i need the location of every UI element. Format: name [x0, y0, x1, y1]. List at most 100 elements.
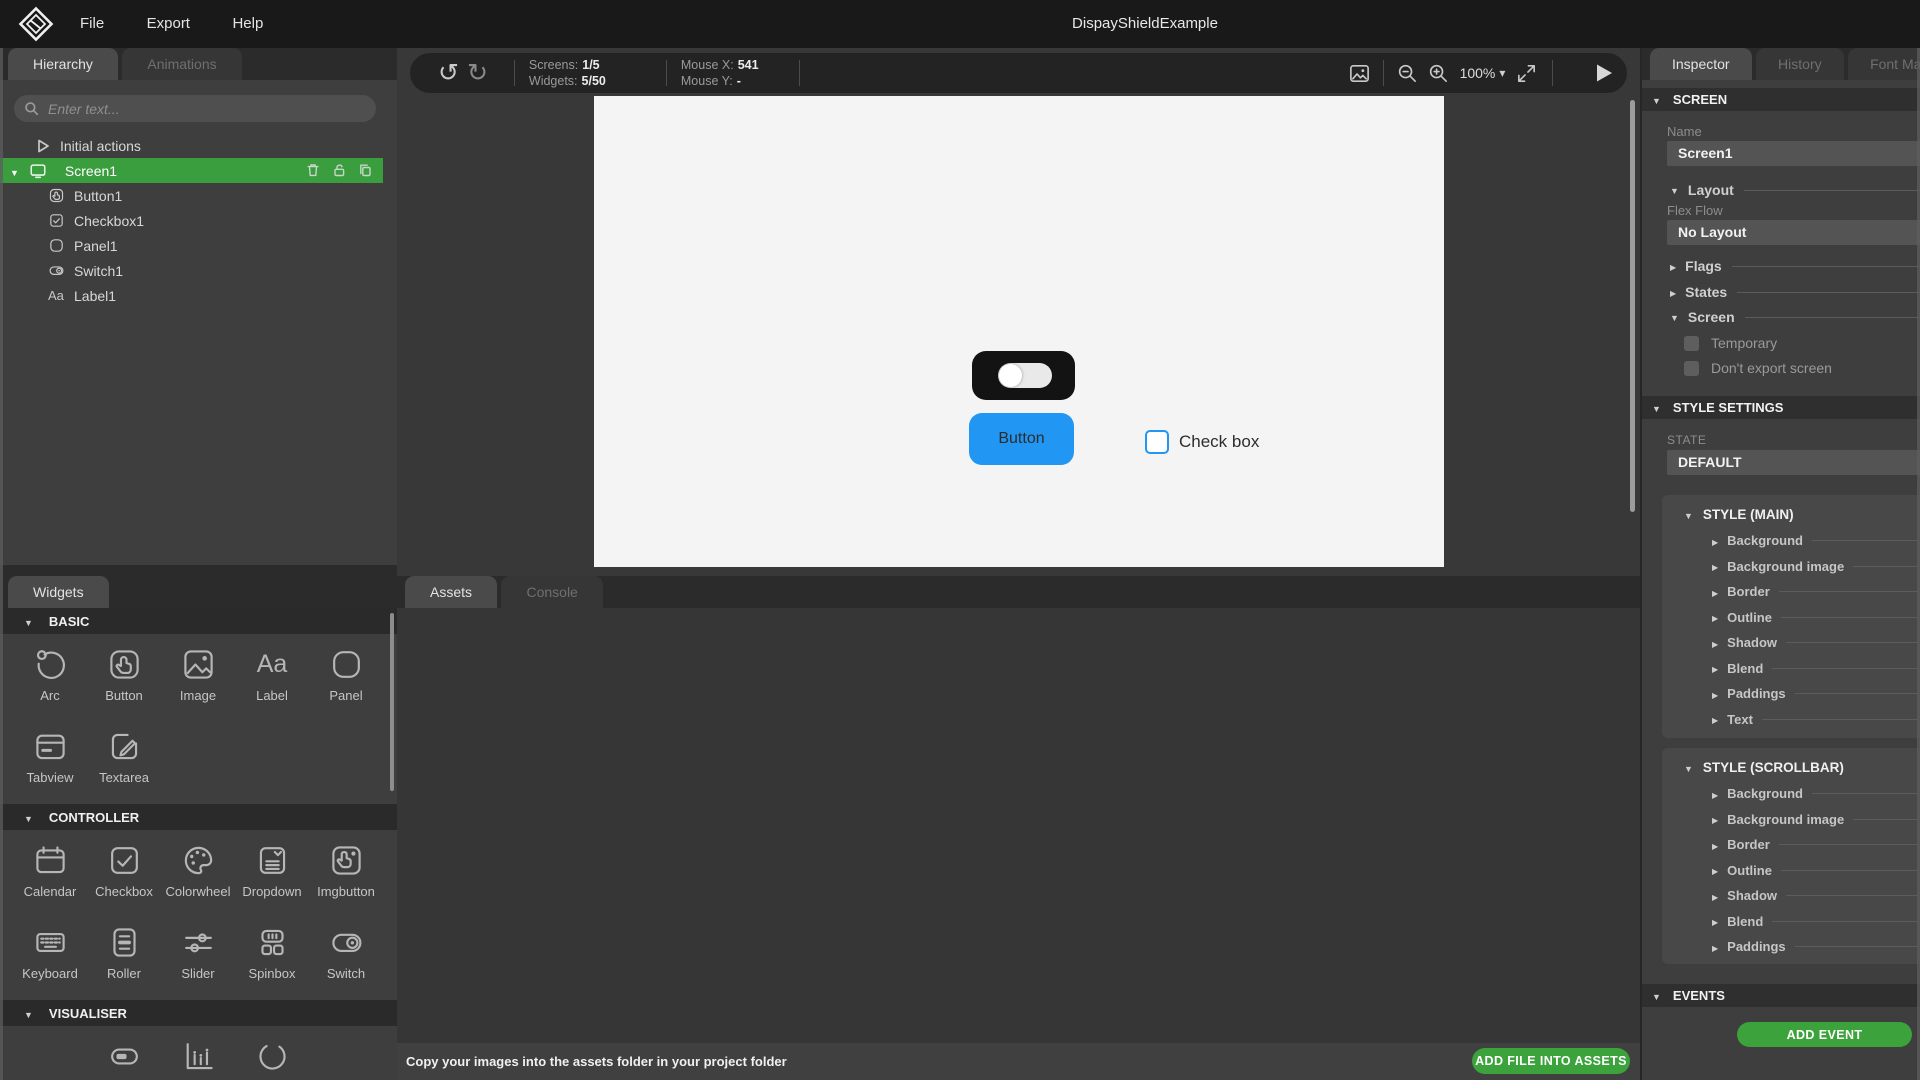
tab-history[interactable]: History: [1756, 48, 1844, 80]
section-controller[interactable]: CONTROLLER: [0, 804, 397, 830]
style-item-outline[interactable]: Outline: [1662, 858, 1920, 884]
dont-export-checkbox[interactable]: Don't export screen: [1684, 360, 1832, 376]
style-item-background-image[interactable]: Background image: [1662, 807, 1920, 833]
canvas-switch-widget[interactable]: [972, 351, 1075, 400]
tree-item-switch1[interactable]: Switch1: [0, 258, 397, 283]
widget-tabview[interactable]: Tabview: [13, 722, 87, 804]
fit-screen-icon[interactable]: [1515, 62, 1538, 85]
widget-panel[interactable]: Panel: [309, 640, 383, 722]
menu-export[interactable]: Export: [147, 0, 190, 48]
screen-section-header[interactable]: SCREEN: [1642, 88, 1920, 111]
tree-item-label1[interactable]: Aa Label1: [0, 283, 397, 308]
widget-imgbutton[interactable]: Imgbutton: [309, 836, 383, 918]
background-image-icon[interactable]: [1348, 62, 1371, 85]
undo-icon[interactable]: ↺: [438, 53, 459, 93]
style-item-paddings[interactable]: Paddings: [1662, 934, 1920, 960]
checkbox-box[interactable]: [1684, 361, 1699, 376]
tab-console[interactable]: Console: [501, 576, 602, 608]
tab-hierarchy[interactable]: Hierarchy: [8, 48, 118, 80]
tab-assets[interactable]: Assets: [405, 576, 497, 608]
style-item-text[interactable]: Text: [1662, 707, 1920, 733]
redo-icon[interactable]: ↺: [467, 53, 488, 93]
style-item-blend[interactable]: Blend: [1662, 909, 1920, 935]
zoom-level-value[interactable]: 100%: [1460, 65, 1496, 81]
style-scrollbar-header[interactable]: STYLE (SCROLLBAR): [1684, 760, 1920, 775]
tab-inspector[interactable]: Inspector: [1650, 48, 1752, 80]
play-icon[interactable]: [1591, 61, 1615, 85]
widget-textarea[interactable]: Textarea: [87, 722, 161, 804]
canvas-scrollbar[interactable]: [1630, 100, 1635, 512]
layout-subsection[interactable]: Layout: [1670, 181, 1920, 199]
delete-icon[interactable]: [305, 162, 321, 178]
section-basic[interactable]: BASIC: [0, 608, 397, 634]
style-item-blend[interactable]: Blend: [1662, 656, 1920, 682]
style-main-header[interactable]: STYLE (MAIN): [1684, 507, 1920, 522]
flags-subsection[interactable]: Flags: [1670, 257, 1920, 275]
style-item-outline[interactable]: Outline: [1662, 605, 1920, 631]
duplicate-icon[interactable]: [357, 162, 373, 178]
style-settings-header[interactable]: STYLE SETTINGS: [1642, 396, 1920, 419]
widget-switch[interactable]: Switch: [309, 918, 383, 1000]
widget-chart[interactable]: Chart: [161, 1032, 235, 1080]
style-item-background[interactable]: Background: [1662, 528, 1920, 554]
widget-spinner[interactable]: Spinner: [235, 1032, 309, 1080]
states-subsection[interactable]: States: [1670, 283, 1920, 301]
search-box[interactable]: [14, 95, 376, 122]
canvas-button-widget[interactable]: Button: [969, 413, 1074, 465]
flex-flow-field[interactable]: No Layout: [1667, 220, 1920, 245]
widget-roller[interactable]: Roller: [87, 918, 161, 1000]
widget-label[interactable]: Label: [235, 640, 309, 722]
widget-bar[interactable]: Bar: [87, 1032, 161, 1080]
add-file-into-assets-button[interactable]: ADD FILE INTO ASSETS: [1472, 1048, 1630, 1074]
widget-image[interactable]: Image: [161, 640, 235, 722]
widget-checkbox[interactable]: Checkbox: [87, 836, 161, 918]
widgets-scrollbar[interactable]: [390, 613, 394, 791]
tree-item-panel1[interactable]: Panel1: [0, 233, 397, 258]
widget-spinbox[interactable]: Spinbox: [235, 918, 309, 1000]
inspector-tab-row: Inspector History Font Manager: [1642, 48, 1920, 80]
design-screen[interactable]: Button Check box: [594, 96, 1444, 567]
style-item-border[interactable]: Border: [1662, 579, 1920, 605]
tree-item-screen1[interactable]: Screen1: [0, 158, 383, 183]
widget-calendar[interactable]: Calendar: [13, 836, 87, 918]
menu-help[interactable]: Help: [232, 0, 263, 48]
widget-button[interactable]: Button: [87, 640, 161, 722]
checkbox-box[interactable]: [1684, 336, 1699, 351]
events-section-header[interactable]: EVENTS: [1642, 984, 1920, 1007]
canvas-area[interactable]: Button Check box ↺ ↺ Screens:1/5 Widgets…: [397, 48, 1640, 576]
add-event-button[interactable]: ADD EVENT: [1737, 1022, 1912, 1047]
divider: [1762, 719, 1918, 720]
caret-down-icon[interactable]: [10, 163, 19, 179]
zoom-out-icon[interactable]: [1396, 62, 1419, 85]
tab-widgets[interactable]: Widgets: [8, 576, 109, 608]
widget-arc[interactable]: Arc: [13, 640, 87, 722]
screen-subsection[interactable]: Screen: [1670, 308, 1920, 326]
name-field[interactable]: Screen1: [1667, 141, 1920, 166]
section-visualiser[interactable]: VISUALISER: [0, 1000, 397, 1026]
temporary-checkbox[interactable]: Temporary: [1684, 335, 1777, 351]
zoom-dropdown-icon[interactable]: [1499, 64, 1505, 82]
state-field[interactable]: DEFAULT: [1667, 450, 1920, 475]
widget-dropdown[interactable]: Dropdown: [235, 836, 309, 918]
style-item-shadow[interactable]: Shadow: [1662, 630, 1920, 656]
widget-colorwheel[interactable]: Colorwheel: [161, 836, 235, 918]
tree-item-button1[interactable]: Button1: [0, 183, 397, 208]
style-item-background-image[interactable]: Background image: [1662, 554, 1920, 580]
menu-file[interactable]: File: [80, 0, 104, 48]
zoom-in-icon[interactable]: [1427, 62, 1450, 85]
tab-animations[interactable]: Animations: [122, 48, 241, 80]
style-item-shadow[interactable]: Shadow: [1662, 883, 1920, 909]
widget-slider[interactable]: Slider: [161, 918, 235, 1000]
style-item-paddings[interactable]: Paddings: [1662, 681, 1920, 707]
caret-right-icon: [1670, 283, 1676, 301]
search-input[interactable]: [46, 100, 350, 118]
tree-item-checkbox1[interactable]: Checkbox1: [0, 208, 397, 233]
canvas-checkbox-widget[interactable]: Check box: [1145, 430, 1259, 454]
widget-keyboard[interactable]: Keyboard: [13, 918, 87, 1000]
style-item-border[interactable]: Border: [1662, 832, 1920, 858]
caret-right-icon: [1712, 710, 1718, 728]
tab-font-manager[interactable]: Font Manager: [1848, 48, 1920, 80]
tree-item-initial-actions[interactable]: Initial actions: [0, 133, 397, 158]
unlock-icon[interactable]: [331, 162, 347, 178]
style-item-background[interactable]: Background: [1662, 781, 1920, 807]
